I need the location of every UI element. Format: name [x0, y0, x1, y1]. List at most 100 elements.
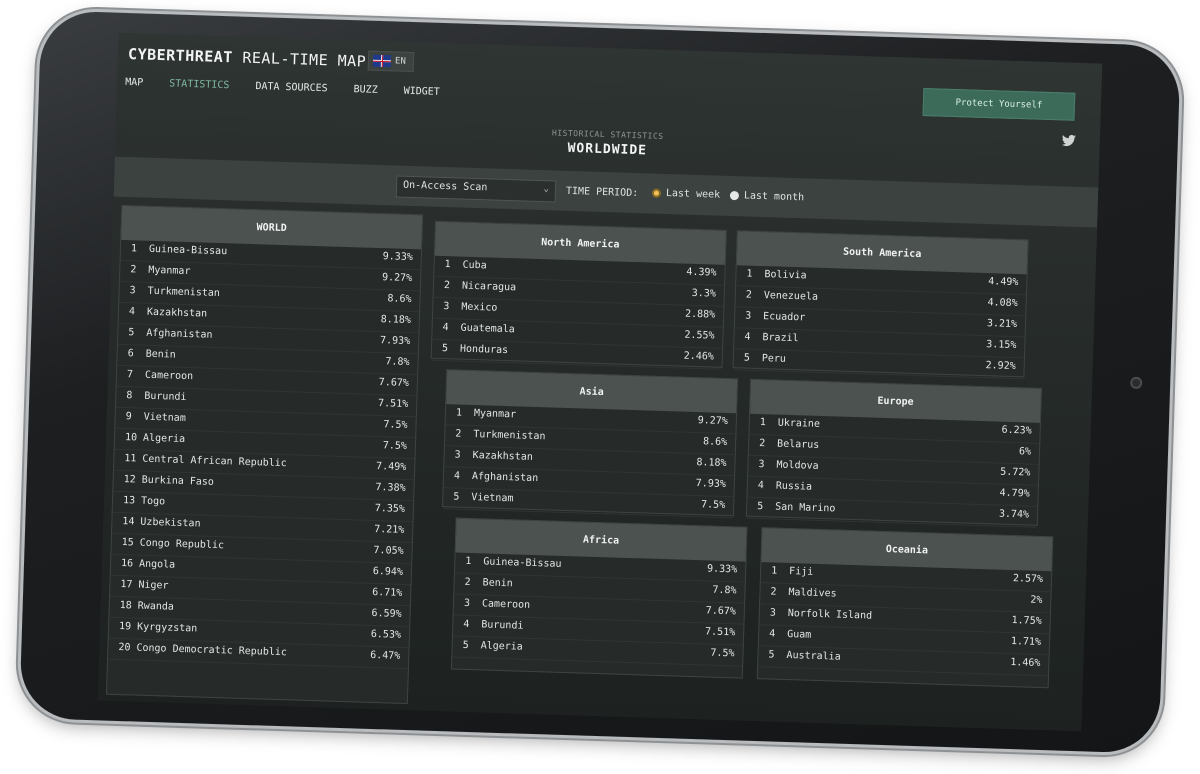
row-country: Vietnam: [143, 411, 186, 425]
row-percentage: 7.21%: [373, 523, 405, 536]
scan-type-value: On-Access Scan: [402, 179, 488, 194]
row-country: Belarus: [776, 438, 820, 451]
row-percentage: 9.27%: [697, 415, 728, 428]
row-country: Nicaragua: [461, 280, 517, 294]
row-country: Vietnam: [471, 492, 514, 505]
nav-statistics[interactable]: STATISTICS: [169, 78, 230, 91]
row-percentage: 6%: [1018, 446, 1032, 458]
row-percentage: 2.88%: [684, 308, 716, 321]
row-country: Fiji: [788, 566, 814, 578]
row-country: Niger: [138, 579, 169, 592]
panel-oceania: Oceania 1 Fiji 2.57% 2 Maldives 2% 3 Norfolk Isl…: [756, 527, 1054, 689]
row-rank: 3: [769, 607, 777, 619]
nav-buzz[interactable]: BUZZ: [353, 84, 377, 96]
chevron-down-icon: ⌄: [543, 184, 550, 195]
nav-map[interactable]: MAP: [125, 77, 143, 89]
row-percentage: 7.8%: [385, 356, 410, 369]
row-percentage: 7.67%: [705, 605, 737, 618]
row-percentage: 2.55%: [684, 329, 715, 342]
row-percentage: 7.05%: [373, 544, 404, 557]
row-percentage: 7.38%: [375, 482, 406, 494]
row-rank: 6: [127, 348, 134, 360]
row-rank: 5: [462, 639, 469, 652]
row-rank: 3: [758, 459, 765, 471]
row-percentage: 7.5%: [700, 499, 726, 511]
language-selector[interactable]: EN: [367, 50, 415, 72]
header: CYBERTHREAT REAL-TIME MAP EN MAP STATIST…: [115, 32, 1103, 174]
row-rank: 20: [118, 642, 131, 654]
row-country: Maldives: [788, 587, 837, 600]
row-country: Bolivia: [764, 269, 807, 282]
row-rank: 5: [756, 501, 764, 513]
row-country: Afghanistan: [471, 471, 539, 485]
row-rank: 11: [124, 453, 137, 465]
row-rank: 7: [126, 369, 134, 381]
row-rank: 1: [746, 268, 753, 280]
row-country: Burundi: [481, 619, 524, 632]
row-country: Angola: [138, 558, 176, 571]
row-rank: 3: [454, 449, 461, 461]
radio-last-month[interactable]: Last month: [729, 190, 805, 204]
row-country: Venezuela: [763, 290, 819, 303]
row-country: Central African Republic: [142, 453, 287, 470]
row-percentage: 9.27%: [381, 272, 413, 285]
row-rank: 5: [768, 649, 775, 661]
radio-unselected-icon: [729, 190, 740, 201]
row-country: Honduras: [459, 343, 509, 357]
nav-widget[interactable]: WIDGET: [403, 86, 439, 98]
row-percentage: 3.21%: [986, 318, 1018, 331]
row-rank: 3: [443, 301, 450, 313]
row-rank: 15: [121, 537, 134, 549]
row-country: Rwanda: [137, 600, 175, 613]
row-rank: 16: [120, 558, 134, 570]
row-country: Uzbekistan: [140, 516, 201, 530]
row-rank: 5: [441, 343, 449, 355]
brand-title[interactable]: CYBERTHREAT REAL-TIME MAP: [128, 45, 367, 70]
app-screen: CYBERTHREAT REAL-TIME MAP EN MAP STATIST…: [97, 32, 1103, 732]
row-rank: 19: [118, 621, 132, 633]
row-rank: 1: [465, 555, 472, 568]
radio-last-week[interactable]: Last week: [651, 188, 720, 201]
row-country: Algeria: [480, 640, 523, 653]
row-country: Algeria: [142, 432, 186, 445]
row-country: Moldova: [776, 459, 819, 472]
row-percentage: 6.53%: [370, 628, 402, 641]
scan-type-select[interactable]: On-Access Scan ⌄: [395, 175, 557, 203]
row-country: Guatemala: [460, 322, 515, 336]
row-rank: 3: [463, 597, 471, 610]
row-rank: 4: [453, 470, 461, 482]
row-country: Peru: [761, 353, 787, 365]
row-country: Congo Republic: [139, 537, 225, 552]
row-percentage: 2.46%: [683, 350, 715, 363]
row-rank: 2: [464, 576, 471, 589]
radio-last-month-label: Last month: [743, 190, 805, 204]
row-country: Australia: [786, 649, 841, 663]
row-percentage: 6.47%: [370, 649, 401, 662]
row-percentage: 2.57%: [1012, 573, 1044, 586]
brand-bold: CYBERTHREAT: [127, 45, 234, 67]
row-country: Ecuador: [762, 311, 806, 324]
row-country: Myanmar: [148, 264, 191, 278]
row-percentage: 3.3%: [691, 287, 716, 300]
row-percentage: 6.71%: [371, 586, 403, 599]
row-percentage: 8.6%: [702, 436, 728, 449]
row-country: Benin: [145, 348, 176, 361]
panel-world: WORLD 1 Guinea-Bissau 9.33% 2 Myanmar 9.27% 3 Tu…: [105, 204, 424, 705]
row-rank: 4: [128, 306, 136, 318]
row-percentage: 2%: [1030, 594, 1043, 606]
row-rank: 14: [122, 516, 135, 528]
row-rank: 2: [455, 428, 462, 440]
protect-yourself-button[interactable]: Protect Yourself: [922, 88, 1076, 121]
nav-data-sources[interactable]: DATA SOURCES: [255, 81, 328, 94]
row-percentage: 7.49%: [375, 461, 407, 473]
row-rank: 5: [453, 491, 460, 503]
main-nav: MAP STATISTICS DATA SOURCES BUZZ WIDGET: [125, 77, 440, 98]
row-country: Benin: [482, 577, 513, 590]
row-country: Afghanistan: [146, 327, 213, 341]
brand-rest: REAL-TIME MAP: [242, 48, 367, 71]
row-country: Guam: [786, 629, 812, 641]
row-percentage: 7.93%: [695, 478, 727, 491]
panel-africa: Africa 1 Guinea-Bissau 9.33% 2 Benin 7.8% 3 Came…: [450, 517, 748, 679]
row-rank: 4: [463, 618, 470, 631]
row-percentage: 8.18%: [380, 314, 412, 327]
